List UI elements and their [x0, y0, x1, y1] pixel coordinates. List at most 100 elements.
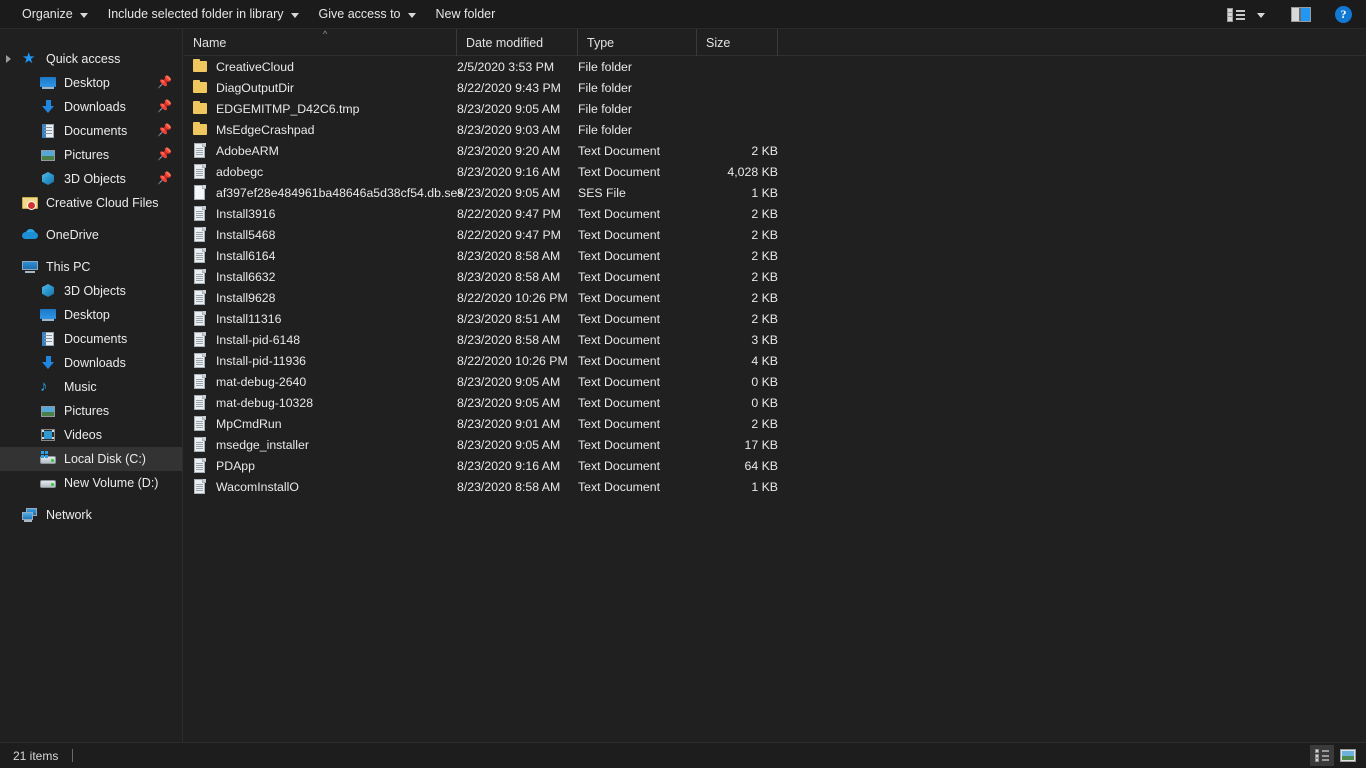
table-row[interactable]: adobegc 8/23/2020 9:16 AM Text Document 4,0…: [184, 161, 1366, 182]
sidebar-group-spacer: [0, 495, 182, 503]
view-options-dropdown-button[interactable]: [1251, 0, 1271, 29]
toolbar-right-group: ?: [1221, 0, 1358, 29]
organize-button[interactable]: Organize: [12, 0, 98, 29]
pin-icon[interactable]: 📌: [157, 172, 172, 185]
file-date-cell: 8/23/2020 9:20 AM: [457, 143, 561, 158]
file-size-cell: 2 KB: [751, 248, 778, 263]
sidebar-item-pictures[interactable]: Pictures 📌: [0, 143, 182, 167]
view-options-button[interactable]: [1221, 0, 1251, 29]
expand-chevron-icon[interactable]: [6, 55, 11, 63]
file-name-label: Install9628: [216, 290, 276, 305]
sidebar-item-local-disk-c[interactable]: Local Disk (C:): [0, 447, 182, 471]
sidebar-item-creative-cloud-files[interactable]: Creative Cloud Files: [0, 191, 182, 215]
sidebar-item-desktop[interactable]: Desktop: [0, 303, 182, 327]
table-row[interactable]: AdobeARM 8/23/2020 9:20 AM Text Document 2 …: [184, 140, 1366, 161]
pin-icon[interactable]: 📌: [157, 148, 172, 161]
table-row[interactable]: Install9628 8/22/2020 10:26 PM Text Docume…: [184, 287, 1366, 308]
preview-pane-button[interactable]: [1285, 0, 1317, 29]
text-document-icon: [193, 479, 207, 494]
file-name-cell: MsEdgeCrashpad: [193, 122, 314, 137]
pin-icon[interactable]: 📌: [157, 124, 172, 137]
view-toggle-group: [1310, 745, 1360, 766]
column-headers: Name ^ Date modified Type Size: [184, 29, 1366, 56]
sidebar-item-quick-access[interactable]: ★ Quick access: [0, 47, 182, 71]
table-row[interactable]: Install3916 8/22/2020 9:47 PM Text Documen…: [184, 203, 1366, 224]
sidebar-item-documents[interactable]: Documents 📌: [0, 119, 182, 143]
table-row[interactable]: Install-pid-6148 8/23/2020 8:58 AM Text Do…: [184, 329, 1366, 350]
table-row[interactable]: CreativeCloud 2/5/2020 3:53 PM File folder: [184, 56, 1366, 77]
table-row[interactable]: af397ef28e484961ba48646a5d38cf54.db.ses 8…: [184, 182, 1366, 203]
sidebar-item-3d-objects[interactable]: 3D Objects 📌: [0, 167, 182, 191]
column-header-type[interactable]: Type: [578, 29, 697, 56]
file-size-cell: 3 KB: [751, 332, 778, 347]
file-name-label: adobegc: [216, 164, 264, 179]
sidebar-item-desktop[interactable]: Desktop 📌: [0, 71, 182, 95]
column-header-date-modified[interactable]: Date modified: [457, 29, 578, 56]
file-date-cell: 2/5/2020 3:53 PM: [457, 59, 555, 74]
details-view-button[interactable]: [1310, 745, 1334, 766]
file-name-cell: Install11316: [193, 311, 281, 326]
table-row[interactable]: msedge_installer 8/23/2020 9:05 AM Text Do…: [184, 434, 1366, 455]
pin-icon[interactable]: 📌: [157, 100, 172, 113]
table-row[interactable]: MsEdgeCrashpad 8/23/2020 9:03 AM File fold…: [184, 119, 1366, 140]
sidebar-item-network[interactable]: Network: [0, 503, 182, 527]
3d-objects-icon: [40, 171, 56, 187]
file-type-cell: File folder: [578, 59, 632, 74]
table-row[interactable]: Install5468 8/22/2020 9:47 PM Text Documen…: [184, 224, 1366, 245]
table-row[interactable]: PDApp 8/23/2020 9:16 AM Text Document 64 KB: [184, 455, 1366, 476]
generic-file-icon: [193, 185, 207, 200]
sidebar-item-onedrive[interactable]: OneDrive: [0, 223, 182, 247]
folder-icon: [193, 59, 207, 74]
table-row[interactable]: mat-debug-2640 8/23/2020 9:05 AM Text Docu…: [184, 371, 1366, 392]
sidebar-item-music[interactable]: ♪ Music: [0, 375, 182, 399]
sidebar-item-new-volume-d[interactable]: New Volume (D:): [0, 471, 182, 495]
column-header-name-label: Name: [193, 35, 227, 50]
file-name-label: Install3916: [216, 206, 276, 221]
table-row[interactable]: Install6632 8/23/2020 8:58 AM Text Documen…: [184, 266, 1366, 287]
text-document-icon: [193, 374, 207, 389]
sidebar-item-downloads[interactable]: Downloads 📌: [0, 95, 182, 119]
text-document-icon: [193, 353, 207, 368]
file-date-cell: 8/22/2020 9:47 PM: [457, 227, 561, 242]
file-name-label: EDGEMITMP_D42C6.tmp: [216, 101, 360, 116]
file-name-cell: Install5468: [193, 227, 275, 242]
pin-icon[interactable]: 📌: [157, 76, 172, 89]
table-row[interactable]: Install6164 8/23/2020 8:58 AM Text Documen…: [184, 245, 1366, 266]
table-row[interactable]: WacomInstallO 8/23/2020 8:58 AM Text Docum…: [184, 476, 1366, 497]
column-header-name[interactable]: Name: [184, 29, 457, 56]
details-view-icon: [1315, 749, 1329, 762]
file-name-label: mat-debug-2640: [216, 374, 307, 389]
file-date-cell: 8/23/2020 8:51 AM: [457, 311, 561, 326]
table-row[interactable]: mat-debug-10328 8/23/2020 9:05 AM Text Doc…: [184, 392, 1366, 413]
give-access-to-button[interactable]: Give access to: [309, 0, 426, 29]
sidebar-group-spacer: [0, 215, 182, 223]
sidebar-item-label: New Volume (D:): [64, 475, 159, 490]
file-size-cell: 2 KB: [751, 311, 778, 326]
sidebar-item-this-pc[interactable]: This PC: [0, 255, 182, 279]
large-icons-view-button[interactable]: [1336, 745, 1360, 766]
table-row[interactable]: MpCmdRun 8/23/2020 9:01 AM Text Document 2 …: [184, 413, 1366, 434]
sidebar-item-label: OneDrive: [46, 227, 99, 242]
text-document-icon: [193, 227, 207, 242]
sidebar-item-downloads[interactable]: Downloads: [0, 351, 182, 375]
sidebar-item-documents[interactable]: Documents: [0, 327, 182, 351]
table-row[interactable]: Install-pid-11936 8/22/2020 10:26 PM Text …: [184, 350, 1366, 371]
file-name-label: WacomInstallO: [216, 479, 299, 494]
table-row[interactable]: Install11316 8/23/2020 8:51 AM Text Docume…: [184, 308, 1366, 329]
file-name-cell: Install9628: [193, 290, 275, 305]
include-in-library-button[interactable]: Include selected folder in library: [98, 0, 309, 29]
file-date-cell: 8/23/2020 9:05 AM: [457, 101, 561, 116]
file-name-cell: af397ef28e484961ba48646a5d38cf54.db.ses: [193, 185, 464, 200]
sidebar-item-label: This PC: [46, 259, 91, 274]
sidebar-item-3d-objects[interactable]: 3D Objects: [0, 279, 182, 303]
help-button[interactable]: ?: [1329, 0, 1358, 29]
table-row[interactable]: EDGEMITMP_D42C6.tmp 8/23/2020 9:05 AM File…: [184, 98, 1366, 119]
sidebar-item-pictures[interactable]: Pictures: [0, 399, 182, 423]
table-row[interactable]: DiagOutputDir 8/22/2020 9:43 PM File folde…: [184, 77, 1366, 98]
file-name-cell: mat-debug-2640: [193, 374, 306, 389]
new-folder-button[interactable]: New folder: [426, 0, 506, 29]
column-header-size[interactable]: Size: [697, 29, 778, 56]
navigation-pane[interactable]: ★ Quick access Desktop 📌 Downloads 📌 Documents…: [0, 29, 183, 742]
sidebar-item-videos[interactable]: Videos: [0, 423, 182, 447]
file-date-cell: 8/22/2020 9:43 PM: [457, 80, 561, 95]
